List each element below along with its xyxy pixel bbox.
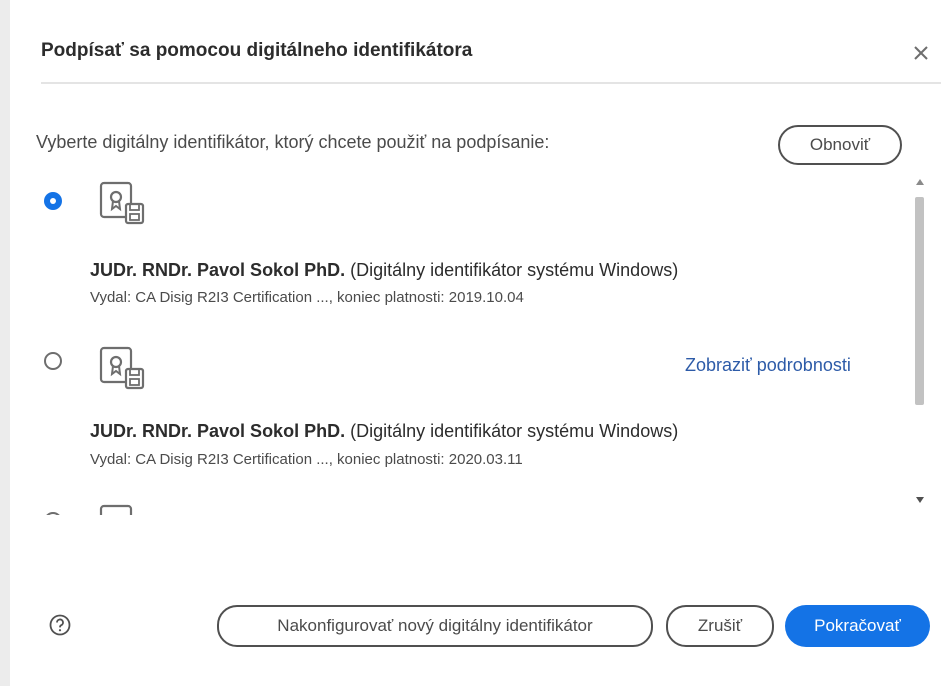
list-scrollbar[interactable] (914, 175, 928, 515)
identity-type: (Digitálny identifikátor systému Windows… (350, 260, 679, 280)
identity-type: (Digitálny identifikátor systému Windows… (350, 421, 679, 441)
identity-radio-selected[interactable] (44, 192, 62, 210)
identity-item[interactable]: JUDr. RNDr. Pavol Sokol PhD. (Digitálny … (36, 175, 906, 325)
identity-radio[interactable] (44, 352, 62, 370)
identity-name: JUDr. RNDr. Pavol Sokol PhD. (90, 260, 346, 280)
identity-radio[interactable] (44, 512, 62, 515)
identity-name: JUDr. RNDr. Pavol Sokol PhD. (90, 421, 346, 441)
identity-item[interactable] (36, 495, 906, 515)
certificate-icon (99, 504, 133, 515)
continue-button[interactable]: Pokračovať (785, 605, 930, 647)
cancel-button[interactable]: Zrušiť (666, 605, 774, 647)
identity-issuer: Vydal: CA Disig R2I3 Certification ..., … (90, 451, 523, 468)
identity-issuer: Vydal: CA Disig R2I3 Certification ..., … (90, 289, 524, 306)
configure-new-id-button[interactable]: Nakonfigurovať nový digitálny identifiká… (217, 605, 653, 647)
sign-dialog: Podpísať sa pomocou digitálneho identifi… (10, 0, 950, 686)
scroll-up-icon[interactable] (914, 177, 926, 187)
show-details-link[interactable]: Zobraziť podrobnosti (685, 355, 851, 376)
close-icon[interactable] (910, 42, 932, 64)
certificate-icon (99, 346, 145, 390)
certificate-icon (99, 181, 145, 225)
help-icon[interactable] (49, 614, 71, 636)
identity-item[interactable]: Zobraziť podrobnosti JUDr. RNDr. Pavol S… (36, 335, 906, 485)
identity-name-line: JUDr. RNDr. Pavol Sokol PhD. (Digitálny … (90, 260, 678, 281)
scroll-thumb[interactable] (915, 197, 924, 405)
identity-name-line: JUDr. RNDr. Pavol Sokol PhD. (Digitálny … (90, 421, 678, 442)
instruction-text: Vyberte digitálny identifikátor, ktorý c… (36, 132, 550, 152)
dialog-title: Podpísať sa pomocou digitálneho identifi… (41, 40, 473, 61)
scroll-down-icon[interactable] (914, 495, 926, 505)
refresh-button[interactable]: Obnoviť (778, 125, 902, 165)
identity-list[interactable]: JUDr. RNDr. Pavol Sokol PhD. (Digitálny … (36, 175, 948, 515)
title-divider (41, 82, 941, 84)
